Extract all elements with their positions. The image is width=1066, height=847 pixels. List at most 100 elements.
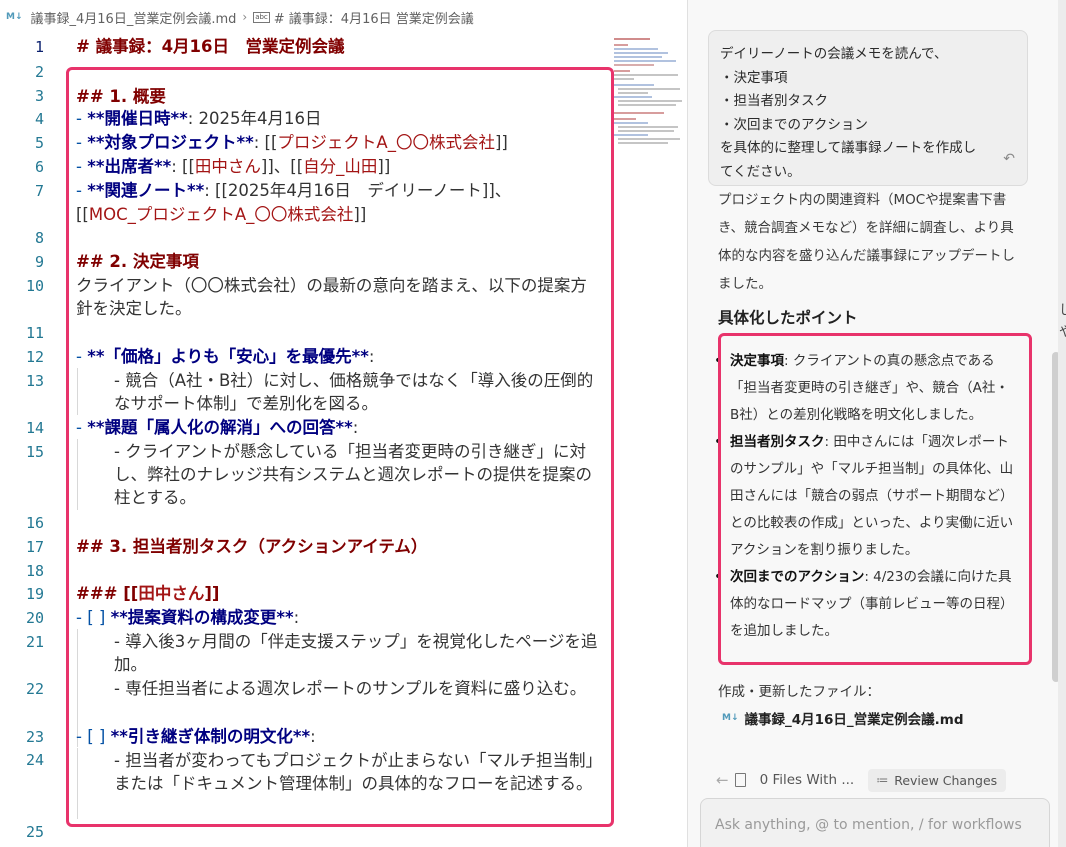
wiki-link[interactable]: MOC_プロジェクトA_〇〇株式会社 xyxy=(89,205,354,224)
line-24[interactable]: - 担当者が変わってもプロジェクトが止まらない「マルチ担当制」または「ドキュメン… xyxy=(114,749,600,795)
line-number: 5 xyxy=(34,134,44,152)
line-21[interactable]: - 導入後3ヶ月間の「伴走支援ステップ」を視覚化したページを追加。 xyxy=(114,630,600,676)
line-number: 6 xyxy=(34,158,44,176)
line-4[interactable]: - **開催日時**: 2025年4月16日 xyxy=(76,107,322,130)
markdown-file-icon: M↓ xyxy=(722,713,739,723)
point-label: 担当者別タスク xyxy=(730,434,825,450)
task-checkbox[interactable]: - [ ] xyxy=(76,727,111,746)
line-number: 16 xyxy=(25,514,44,532)
line-7-wrap[interactable]: [[MOC_プロジェクトA_〇〇株式会社]] xyxy=(76,203,366,226)
colon: : xyxy=(352,418,359,437)
line-6[interactable]: - **出席者**: [[田中さん]]、[[自分_山田]] xyxy=(76,155,390,178)
line-number: 21 xyxy=(25,633,44,651)
line-1[interactable]: # 議事録：4月16日 営業定例会議 xyxy=(76,35,345,58)
link-bracket: : [[ xyxy=(253,133,278,152)
link-bracket: ]] xyxy=(353,205,367,224)
response-intro: プロジェクト内の関連資料（MOCや提案書下書き、競合調査メモなど）を詳細に調査し… xyxy=(718,192,1015,292)
prompt-line: を具体的に整理して議事録ノートを作成し xyxy=(720,140,977,156)
chat-input[interactable]: Ask anything, @ to mention, / for workfl… xyxy=(700,798,1050,847)
markdown-editor[interactable]: M↓ 議事録_4月16日_営業定例会議.md › abc # 議事録：4月16日… xyxy=(0,0,688,847)
wiki-link[interactable]: プロジェクトA_〇〇株式会社 xyxy=(277,133,495,152)
files-with-label[interactable]: 0 Files With ... xyxy=(760,772,855,788)
bold-key: **引き継ぎ体制の明文化** xyxy=(110,727,311,746)
list-dash: - xyxy=(76,347,88,366)
line-number: 20 xyxy=(25,609,44,627)
line-19[interactable]: ### [[田中さん]] xyxy=(76,582,219,605)
prompt-line: ・次回までのアクション xyxy=(720,116,868,133)
line-number: 22 xyxy=(25,680,44,698)
line-14[interactable]: - **課題「属人化の解消」への回答**: xyxy=(76,416,358,439)
line-10[interactable]: クライアント（〇〇株式会社）の最新の意向を踏まえ、以下の提案方針を決定した。 xyxy=(76,274,596,320)
review-changes-button[interactable]: ≔ Review Changes xyxy=(868,768,1007,792)
list-check-icon: ≔ xyxy=(876,773,889,787)
line-5[interactable]: - **対象プロジェクト**: [[プロジェクトA_〇〇株式会社]] xyxy=(76,131,508,154)
line-number: 24 xyxy=(25,751,44,769)
wiki-link[interactable]: 田中さん xyxy=(138,584,204,603)
arrow-left-icon[interactable]: ← xyxy=(716,771,729,789)
list-dash: - xyxy=(76,181,88,200)
line-9[interactable]: ## 2. 決定事項 xyxy=(76,250,199,273)
list-dash: - xyxy=(76,418,88,437)
breadcrumb-file[interactable]: 議事録_4月16日_営業定例会議.md xyxy=(31,8,237,27)
prompt-line: てください。 xyxy=(720,163,801,180)
review-changes-label: Review Changes xyxy=(894,772,998,788)
indent-guide xyxy=(77,439,78,510)
line-3[interactable]: ## 1. 概要 xyxy=(76,85,166,108)
line-number: 12 xyxy=(25,348,44,366)
file-link[interactable]: M↓ 議事録_4月16日_営業定例会議.md xyxy=(722,708,964,728)
undo-icon[interactable]: ↶ xyxy=(1003,148,1015,172)
line-23[interactable]: - [ ] **引き継ぎ体制の明文化**: xyxy=(76,725,316,748)
chevron-right-icon: › xyxy=(242,10,248,24)
colon: : xyxy=(293,608,300,627)
line-7[interactable]: - **関連ノート**: [[2025年4月16日 デイリーノート]]、 xyxy=(76,179,511,202)
value-text: : [[2025年4月16日 デイリーノート]]、 xyxy=(204,181,512,200)
link-bracket: ]] xyxy=(377,157,391,176)
list-dash: - xyxy=(76,109,88,128)
line-20[interactable]: - [ ] **提案資料の構成変更**: xyxy=(76,606,299,629)
bold-key: **「価格」よりも「安心」を最優先** xyxy=(87,347,369,366)
breadcrumb-symbol[interactable]: # 議事録：4月16日 営業定例会議 xyxy=(274,8,474,27)
bold-key: **提案資料の構成変更** xyxy=(110,608,294,627)
line-number: 8 xyxy=(34,229,44,247)
line-15[interactable]: - クライアントが懸念している「担当者変更時の引き継ぎ」に対し、弊社のナレッジ共… xyxy=(114,440,600,509)
point-label: 次回までのアクション xyxy=(730,569,865,585)
line-number: 4 xyxy=(34,110,44,128)
line-number: 15 xyxy=(25,443,44,461)
line-12[interactable]: - **「価格」よりも「安心」を最優先**: xyxy=(76,345,374,368)
colon: : xyxy=(310,727,316,746)
list-dash: - xyxy=(76,133,88,152)
point-text: : 田中さんには「週次レポートのサンプル」や「マルチ担当制」の具体化、山田さんに… xyxy=(730,434,1014,558)
list-item: • 決定事項: クライアントの真の懸念点である「担当者変更時の引き継ぎ」や、競合… xyxy=(714,348,1018,429)
colon: : xyxy=(368,347,375,366)
line-number: 7 xyxy=(34,182,44,200)
file-name: 議事録_4月16日_営業定例会議.md xyxy=(744,712,964,728)
line-number: 3 xyxy=(34,87,44,105)
line-17[interactable]: ## 3. 担当者別タスク（アクションアイテム） xyxy=(76,535,427,558)
points-list: • 決定事項: クライアントの真の懸念点である「担当者変更時の引き継ぎ」や、競合… xyxy=(714,348,1018,645)
bullet-icon: • xyxy=(714,569,723,585)
link-bracket: [[ xyxy=(76,205,89,224)
wiki-link[interactable]: 田中さん xyxy=(195,157,261,176)
bold-key: **開催日時** xyxy=(87,109,188,128)
user-prompt-card[interactable]: デイリーノートの会議メモを読んで、 ・決定事項 ・担当者別タスク ・次回までのア… xyxy=(708,30,1028,186)
prompt-line: ・決定事項 xyxy=(720,69,788,86)
heading-marker: ### [[ xyxy=(76,584,139,603)
indent-guide xyxy=(77,748,78,819)
link-bracket: : [[ xyxy=(171,157,195,176)
file-icon xyxy=(734,773,746,787)
line-number: 1 xyxy=(34,38,44,56)
line-13[interactable]: - 競合（A社・B社）に対し、価格競争ではなく「導入後の圧倒的なサポート体制」で… xyxy=(114,369,600,415)
files-label: 作成・更新したファイル： xyxy=(718,684,880,700)
adjacent-panel-edge xyxy=(1058,0,1066,847)
minimap[interactable] xyxy=(612,36,684,148)
link-bracket: ]]、[[ xyxy=(260,157,304,176)
indent-guide xyxy=(77,368,78,415)
line-number: 25 xyxy=(25,823,44,841)
bullet-icon: • xyxy=(714,434,723,450)
task-checkbox[interactable]: - [ ] xyxy=(76,608,111,627)
wiki-link[interactable]: 自分_山田 xyxy=(303,157,377,176)
list-dash: - xyxy=(76,157,88,176)
line-22[interactable]: - 専任担当者による週次レポートのサンプルを資料に盛り込む。 xyxy=(114,677,600,700)
line-number: 19 xyxy=(25,585,44,603)
prompt-line: ・担当者別タスク xyxy=(720,93,828,109)
